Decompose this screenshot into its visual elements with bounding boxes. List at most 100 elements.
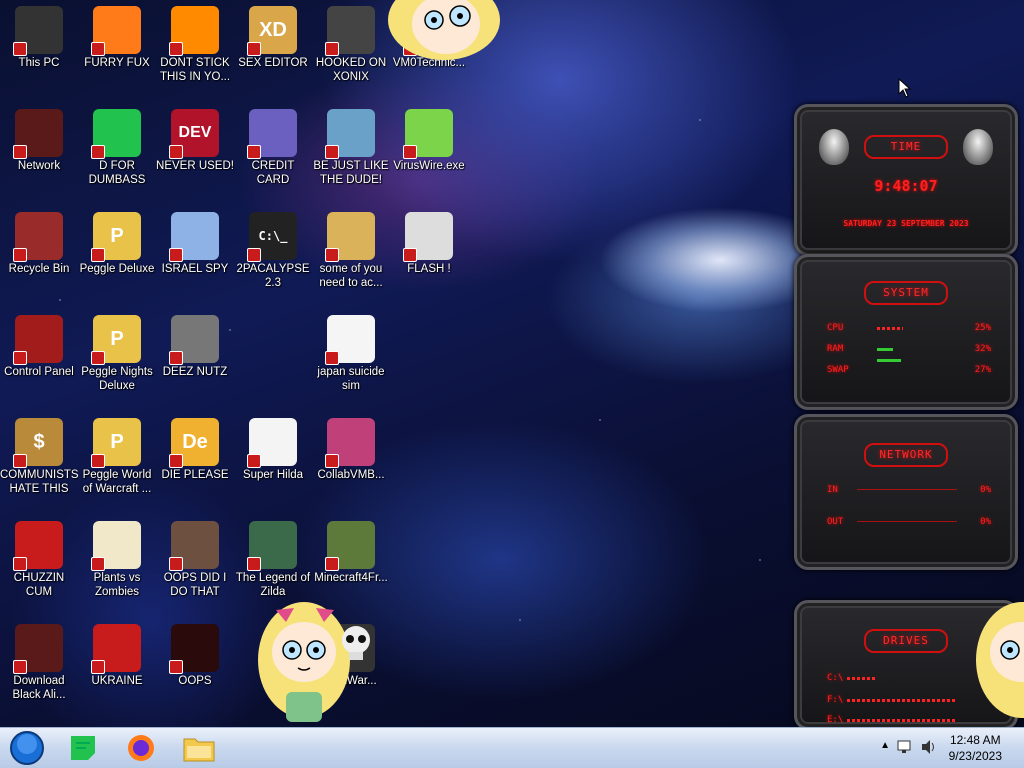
desktop-icon-label: Plants vs Zombies bbox=[93, 572, 141, 598]
desktop-icon-label: BE JUST LIKE THE DUDE! bbox=[313, 160, 389, 186]
taskbar-clock[interactable]: 12:48 AM 9/23/2023 bbox=[949, 732, 1002, 764]
desktop-icon[interactable]: CollabVMB... bbox=[312, 412, 390, 482]
app-icon bbox=[13, 315, 63, 365]
desktop-icon[interactable]: Minecraft4Fr... bbox=[312, 515, 390, 585]
desktop-icon[interactable]: OOPS bbox=[156, 618, 234, 688]
taskbar-app-green-note[interactable] bbox=[58, 730, 108, 766]
desktop-icon-label: UKRAINE bbox=[91, 675, 143, 687]
network-out-graph bbox=[857, 521, 957, 522]
app-icon: $ bbox=[13, 418, 63, 468]
desktop-icon[interactable]: Plants vs Zombies bbox=[78, 515, 156, 599]
desktop-icon-label: Control Panel bbox=[4, 366, 74, 378]
drive-row-f: F:\ bbox=[827, 695, 991, 705]
app-icon bbox=[325, 521, 375, 571]
desktop-icon[interactable]: Download Black Ali... bbox=[0, 618, 78, 702]
desktop-icon-label: DIE PLEASE bbox=[161, 469, 229, 481]
desktop-icon[interactable]: P Peggle Deluxe bbox=[78, 206, 156, 276]
shortcut-arrow-icon bbox=[247, 145, 261, 159]
network-row-value: 0% bbox=[980, 517, 991, 527]
desktop-icon[interactable]: japan suicide sim bbox=[312, 309, 390, 393]
drive-e-bar bbox=[847, 719, 957, 722]
desktop-icon-label: DEEZ NUTZ bbox=[162, 366, 228, 378]
network-in-graph bbox=[857, 489, 957, 490]
shortcut-arrow-icon bbox=[91, 42, 105, 56]
desktop-icon[interactable]: Control Panel bbox=[0, 309, 78, 379]
desktop-icon[interactable]: DEV NEVER USED! bbox=[156, 103, 234, 173]
taskbar-app-firefox[interactable] bbox=[116, 730, 166, 766]
desktop-icon-label: Recycle Bin bbox=[8, 263, 70, 275]
desktop-icon-label: CREDIT CARD CHECKER bbox=[251, 160, 295, 186]
desktop-icon-label: Minecraft4Fr... bbox=[314, 572, 388, 584]
system-row-label: CPU bbox=[827, 323, 844, 333]
desktop-icon[interactable]: Recycle Bin bbox=[0, 206, 78, 276]
desktop-icon[interactable]: Network bbox=[0, 103, 78, 173]
shortcut-arrow-icon bbox=[169, 42, 183, 56]
app-icon bbox=[91, 6, 141, 56]
desktop-icon-label: 2PACALYPSE 2.3 bbox=[236, 263, 310, 289]
app-icon: XD bbox=[247, 6, 297, 56]
desktop-icon[interactable]: BE JUST LIKE THE DUDE! bbox=[312, 103, 390, 187]
desktop-icon[interactable]: FLASH ! bbox=[390, 206, 468, 276]
network-row-value: 0% bbox=[980, 485, 991, 495]
icon-glyph: DEV bbox=[178, 124, 212, 141]
app-icon bbox=[13, 6, 63, 56]
drive-row-c: C:\ bbox=[827, 673, 991, 683]
show-hidden-icons-button[interactable]: ▲ bbox=[880, 740, 890, 751]
app-icon bbox=[247, 418, 297, 468]
start-orb-icon bbox=[10, 731, 44, 765]
desktop-icon-label: Super Hilda bbox=[242, 469, 304, 481]
desktop-icon[interactable]: some of you need to ac... bbox=[312, 206, 390, 290]
desktop-icon-label: HOOKED ON XONIX bbox=[315, 57, 387, 83]
desktop-icon[interactable]: C:\_ 2PACALYPSE 2.3 bbox=[234, 206, 312, 290]
desktop-icon[interactable]: DONT STICK THIS IN YO... bbox=[156, 0, 234, 84]
app-icon bbox=[13, 624, 63, 674]
app-icon bbox=[403, 212, 453, 262]
volume-tray-icon[interactable] bbox=[920, 738, 938, 756]
shortcut-arrow-icon bbox=[325, 454, 339, 468]
desktop-icon[interactable]: HOOKED ON XONIX bbox=[312, 0, 390, 84]
desktop-icon[interactable]: ISRAEL SPY bbox=[156, 206, 234, 276]
desktop-icon[interactable]: OOPS DID I DO THAT bbox=[156, 515, 234, 599]
shortcut-arrow-icon bbox=[91, 248, 105, 262]
desktop-icon[interactable]: This PC bbox=[0, 0, 78, 70]
start-button[interactable] bbox=[2, 730, 52, 766]
app-icon bbox=[247, 109, 297, 159]
desktop-icon[interactable]: P Peggle Nights Deluxe bbox=[78, 309, 156, 393]
app-icon bbox=[325, 212, 375, 262]
desktop-icon[interactable]: FURRY FUX bbox=[78, 0, 156, 70]
desktop-icon[interactable]: $ COMMUNISTS HATE THIS G... bbox=[0, 412, 78, 496]
desktop-icon[interactable]: VirusWire.exe bbox=[390, 103, 468, 173]
shortcut-arrow-icon bbox=[91, 557, 105, 571]
network-tray-icon[interactable] bbox=[896, 738, 914, 756]
mouse-cursor-icon bbox=[898, 78, 912, 98]
shortcut-arrow-icon bbox=[325, 351, 339, 365]
green-note-icon bbox=[71, 736, 95, 760]
desktop-icon[interactable]: DEEZ NUTZ bbox=[156, 309, 234, 379]
desktop-icon[interactable]: XD SEX EDITOR bbox=[234, 0, 312, 70]
shortcut-arrow-icon bbox=[169, 145, 183, 159]
desktop-icon[interactable]: UKRAINE bbox=[78, 618, 156, 688]
taskbar-app-file-explorer[interactable] bbox=[174, 730, 224, 766]
desktop-icon-label: COMMUNISTS HATE THIS G... bbox=[0, 469, 78, 495]
system-row-label: SWAP bbox=[827, 365, 849, 375]
desktop-icon[interactable]: CHUZZIN CUM bbox=[0, 515, 78, 599]
app-icon bbox=[325, 6, 375, 56]
desktop-icon[interactable]: D FOR DUMBASS bbox=[78, 103, 156, 187]
shortcut-arrow-icon bbox=[13, 660, 27, 674]
shortcut-arrow-icon bbox=[91, 660, 105, 674]
app-icon bbox=[169, 315, 219, 365]
app-icon bbox=[325, 418, 375, 468]
network-row-in: IN 0% bbox=[827, 485, 991, 495]
desktop-icon[interactable]: CREDIT CARD CHECKER bbox=[234, 103, 312, 187]
shortcut-arrow-icon bbox=[403, 145, 417, 159]
system-row-label: RAM bbox=[827, 344, 844, 354]
desktop-icon[interactable]: De DIE PLEASE bbox=[156, 412, 234, 482]
icon-glyph: C:\_ bbox=[258, 229, 288, 243]
shortcut-arrow-icon bbox=[13, 454, 27, 468]
system-row-cpu: CPU 25% bbox=[827, 323, 991, 333]
desktop-icon[interactable]: The Legend of Zilda bbox=[234, 515, 312, 599]
desktop-icon[interactable]: P Peggle World of Warcraft ... bbox=[78, 412, 156, 496]
desktop-icon[interactable]: Super Hilda bbox=[234, 412, 312, 482]
desktop-icon-label: This PC bbox=[18, 57, 60, 69]
drive-row-label: C:\ bbox=[827, 673, 844, 683]
